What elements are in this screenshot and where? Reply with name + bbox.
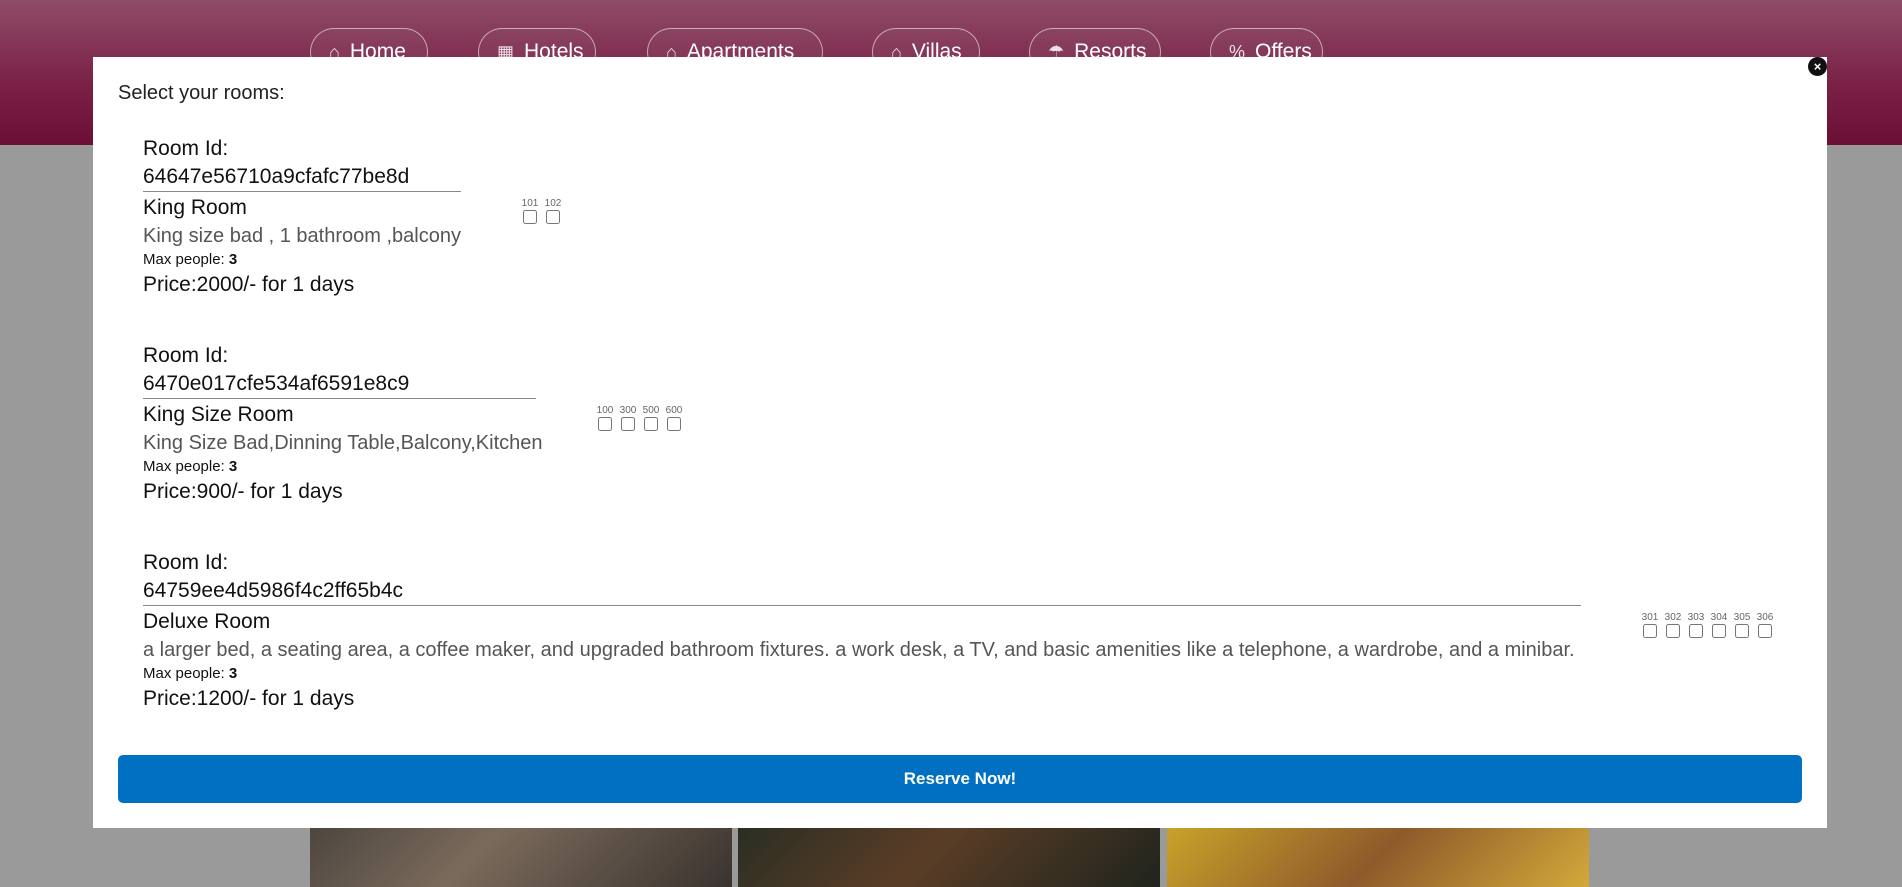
room-checkbox[interactable] [1689, 624, 1703, 638]
room-number-selector: 101 102 [521, 198, 562, 224]
reserve-now-button[interactable]: Reserve Now! [118, 755, 1802, 803]
modal-title: Select your rooms: [118, 82, 285, 104]
room-number-label: 305 [1733, 612, 1751, 623]
max-people-value: 3 [228, 251, 238, 268]
room-info: Room Id: 64647e56710a9cfafc77be8d King R… [143, 135, 461, 299]
reservation-modal: Select your rooms: Room Id: 64647e56710a… [93, 57, 1827, 828]
max-people-label: Max people: [143, 458, 225, 475]
room-checkbox[interactable] [667, 417, 681, 431]
room-title: Deluxe Room [143, 610, 271, 633]
room-number-option[interactable]: 600 [665, 405, 683, 431]
property-photo [738, 826, 1160, 887]
room-title: King Size Room [143, 403, 294, 426]
max-people-label: Max people: [143, 665, 225, 682]
room-id-value: 6470e017cfe534af6591e8c9 [143, 370, 536, 399]
property-photo [310, 826, 732, 887]
room-checkbox[interactable] [523, 210, 537, 224]
room-item: Room Id: 64647e56710a9cfafc77be8d King R… [143, 135, 461, 299]
room-number-label: 303 [1687, 612, 1705, 623]
max-people-label: Max people: [143, 251, 225, 268]
property-photo [1167, 826, 1589, 887]
room-checkbox[interactable] [1643, 624, 1657, 638]
room-number-selector: 301 302 303 304 305 306 [1641, 612, 1774, 638]
room-number-option[interactable]: 300 [619, 405, 637, 431]
room-number-selector: 100 300 500 600 [596, 405, 683, 431]
room-number-label: 500 [642, 405, 660, 416]
room-number-label: 101 [521, 198, 539, 209]
room-number-option[interactable]: 102 [544, 198, 562, 224]
room-max-people: Max people: 3 [143, 456, 543, 478]
room-number-label: 306 [1756, 612, 1774, 623]
room-checkbox[interactable] [1712, 624, 1726, 638]
room-item: Room Id: 6470e017cfe534af6591e8c9 King S… [143, 342, 543, 506]
room-description: a larger bed, a seating area, a coffee m… [143, 639, 1575, 661]
room-number-label: 300 [619, 405, 637, 416]
room-number-option[interactable]: 101 [521, 198, 539, 224]
room-checkbox[interactable] [598, 417, 612, 431]
room-checkbox[interactable] [1666, 624, 1680, 638]
room-number-label: 304 [1710, 612, 1728, 623]
room-number-option[interactable]: 303 [1687, 612, 1705, 638]
room-number-label: 100 [596, 405, 614, 416]
room-number-option[interactable]: 304 [1710, 612, 1728, 638]
room-title: King Room [143, 196, 247, 219]
room-price: Price:1200/- for 1 days [143, 687, 355, 710]
close-icon[interactable]: × [1808, 57, 1827, 76]
room-checkbox[interactable] [644, 417, 658, 431]
room-number-option[interactable]: 306 [1756, 612, 1774, 638]
room-number-option[interactable]: 305 [1733, 612, 1751, 638]
room-id-value: 64647e56710a9cfafc77be8d [143, 163, 461, 192]
room-checkbox[interactable] [621, 417, 635, 431]
room-number-label: 102 [544, 198, 562, 209]
max-people-value: 3 [228, 665, 238, 682]
room-number-label: 302 [1664, 612, 1682, 623]
room-item: Room Id: 64759ee4d5986f4c2ff65b4c Deluxe… [143, 549, 1581, 713]
room-id-label: Room Id: [143, 551, 229, 574]
room-description: King Size Bad,Dinning Table,Balcony,Kitc… [143, 432, 543, 454]
room-price: Price:900/- for 1 days [143, 480, 343, 503]
max-people-value: 3 [228, 458, 238, 475]
room-number-label: 301 [1641, 612, 1659, 623]
room-max-people: Max people: 3 [143, 663, 1581, 685]
room-number-option[interactable]: 100 [596, 405, 614, 431]
room-number-option[interactable]: 500 [642, 405, 660, 431]
room-max-people: Max people: 3 [143, 249, 461, 271]
room-number-option[interactable]: 301 [1641, 612, 1659, 638]
room-id-label: Room Id: [143, 137, 229, 160]
room-id-value: 64759ee4d5986f4c2ff65b4c [143, 577, 1581, 606]
room-checkbox[interactable] [546, 210, 560, 224]
room-number-label: 600 [665, 405, 683, 416]
room-price: Price:2000/- for 1 days [143, 273, 355, 296]
room-checkbox[interactable] [1758, 624, 1772, 638]
room-info: Room Id: 64759ee4d5986f4c2ff65b4c Deluxe… [143, 549, 1581, 713]
room-id-label: Room Id: [143, 344, 229, 367]
room-description: King size bad , 1 bathroom ,balcony [143, 225, 461, 247]
room-number-option[interactable]: 302 [1664, 612, 1682, 638]
room-checkbox[interactable] [1735, 624, 1749, 638]
room-info: Room Id: 6470e017cfe534af6591e8c9 King S… [143, 342, 543, 506]
